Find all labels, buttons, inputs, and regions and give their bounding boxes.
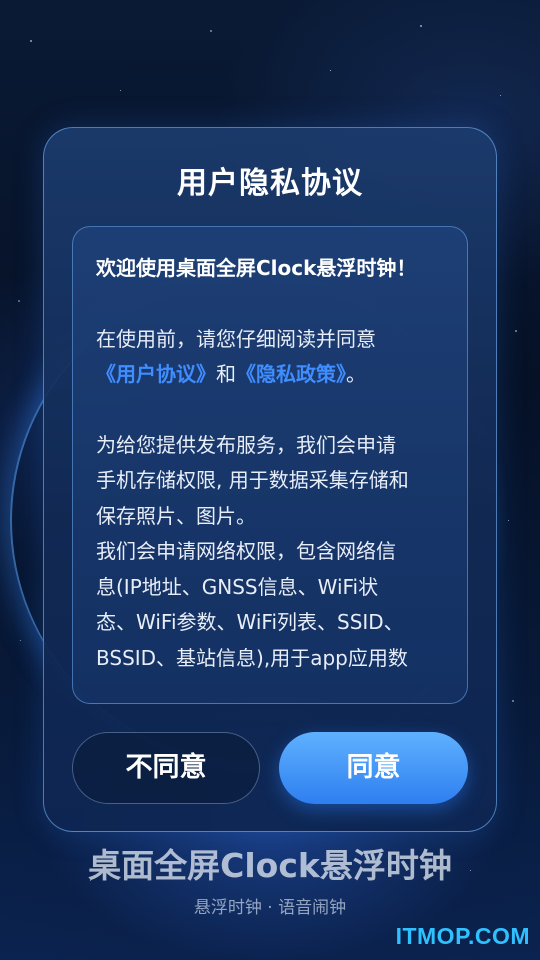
user-agreement-link[interactable]: 《用户协议》 — [96, 362, 216, 386]
star — [500, 95, 501, 96]
star — [508, 520, 509, 521]
and-text: 和 — [216, 362, 236, 386]
privacy-policy-link[interactable]: 《隐私政策》 — [236, 362, 346, 386]
app-name: 桌面全屏Clock悬浮时钟 — [88, 846, 452, 885]
site-watermark: ITMOP.COM — [395, 923, 530, 949]
star — [512, 700, 514, 702]
body-line: 息(IP地址、GNSS信息、WiFi状 — [96, 574, 379, 599]
body-line: 手机存储权限, 用于数据采集存储和 — [96, 468, 409, 492]
agreement-text: 欢迎使用桌面全屏Clock悬浮时钟！ 在使用前，请您仔细阅读并同意 《用户协议》… — [96, 251, 452, 676]
agree-button[interactable]: 同意 — [279, 732, 468, 804]
star — [18, 300, 20, 302]
app-tagline: 悬浮时钟 · 语音闹钟 — [193, 898, 347, 918]
intro-links-line: 《用户协议》和《隐私政策》。 — [96, 357, 452, 393]
body-line: BSSID、基站信息),用于app应用数 — [96, 645, 408, 670]
body-line: 保存照片、图片。 — [96, 503, 256, 528]
body-line: 我们会申请网络权限，包含网络信 — [96, 539, 396, 563]
star — [330, 70, 331, 71]
star — [20, 640, 21, 641]
agreement-scroll-area[interactable]: 欢迎使用桌面全屏Clock悬浮时钟！ 在使用前，请您仔细阅读并同意 《用户协议》… — [72, 226, 468, 704]
intro-paragraph: 在使用前，请您仔细阅读并同意 《用户协议》和《隐私政策》。 — [96, 322, 452, 393]
star — [120, 90, 121, 91]
body-line: 为给您提供发布服务，我们会申请 — [96, 432, 396, 457]
welcome-text: 欢迎使用桌面全屏Clock悬浮时钟！ — [96, 256, 417, 280]
intro-suffix: 。 — [346, 362, 366, 386]
star — [30, 40, 32, 42]
permissions-paragraph: 为给您提供发布服务，我们会申请 手机存储权限, 用于数据采集存储和 保存照片、图… — [96, 428, 452, 677]
star — [515, 330, 517, 332]
dialog-title: 用户隐私协议 — [177, 166, 363, 201]
star — [420, 25, 422, 27]
intro-prefix: 在使用前，请您仔细阅读并同意 — [96, 326, 376, 351]
disagree-button[interactable]: 不同意 — [72, 732, 260, 804]
star — [210, 30, 212, 32]
body-line: 态、WiFi参数、WiFi列表、SSID、 — [96, 610, 404, 634]
